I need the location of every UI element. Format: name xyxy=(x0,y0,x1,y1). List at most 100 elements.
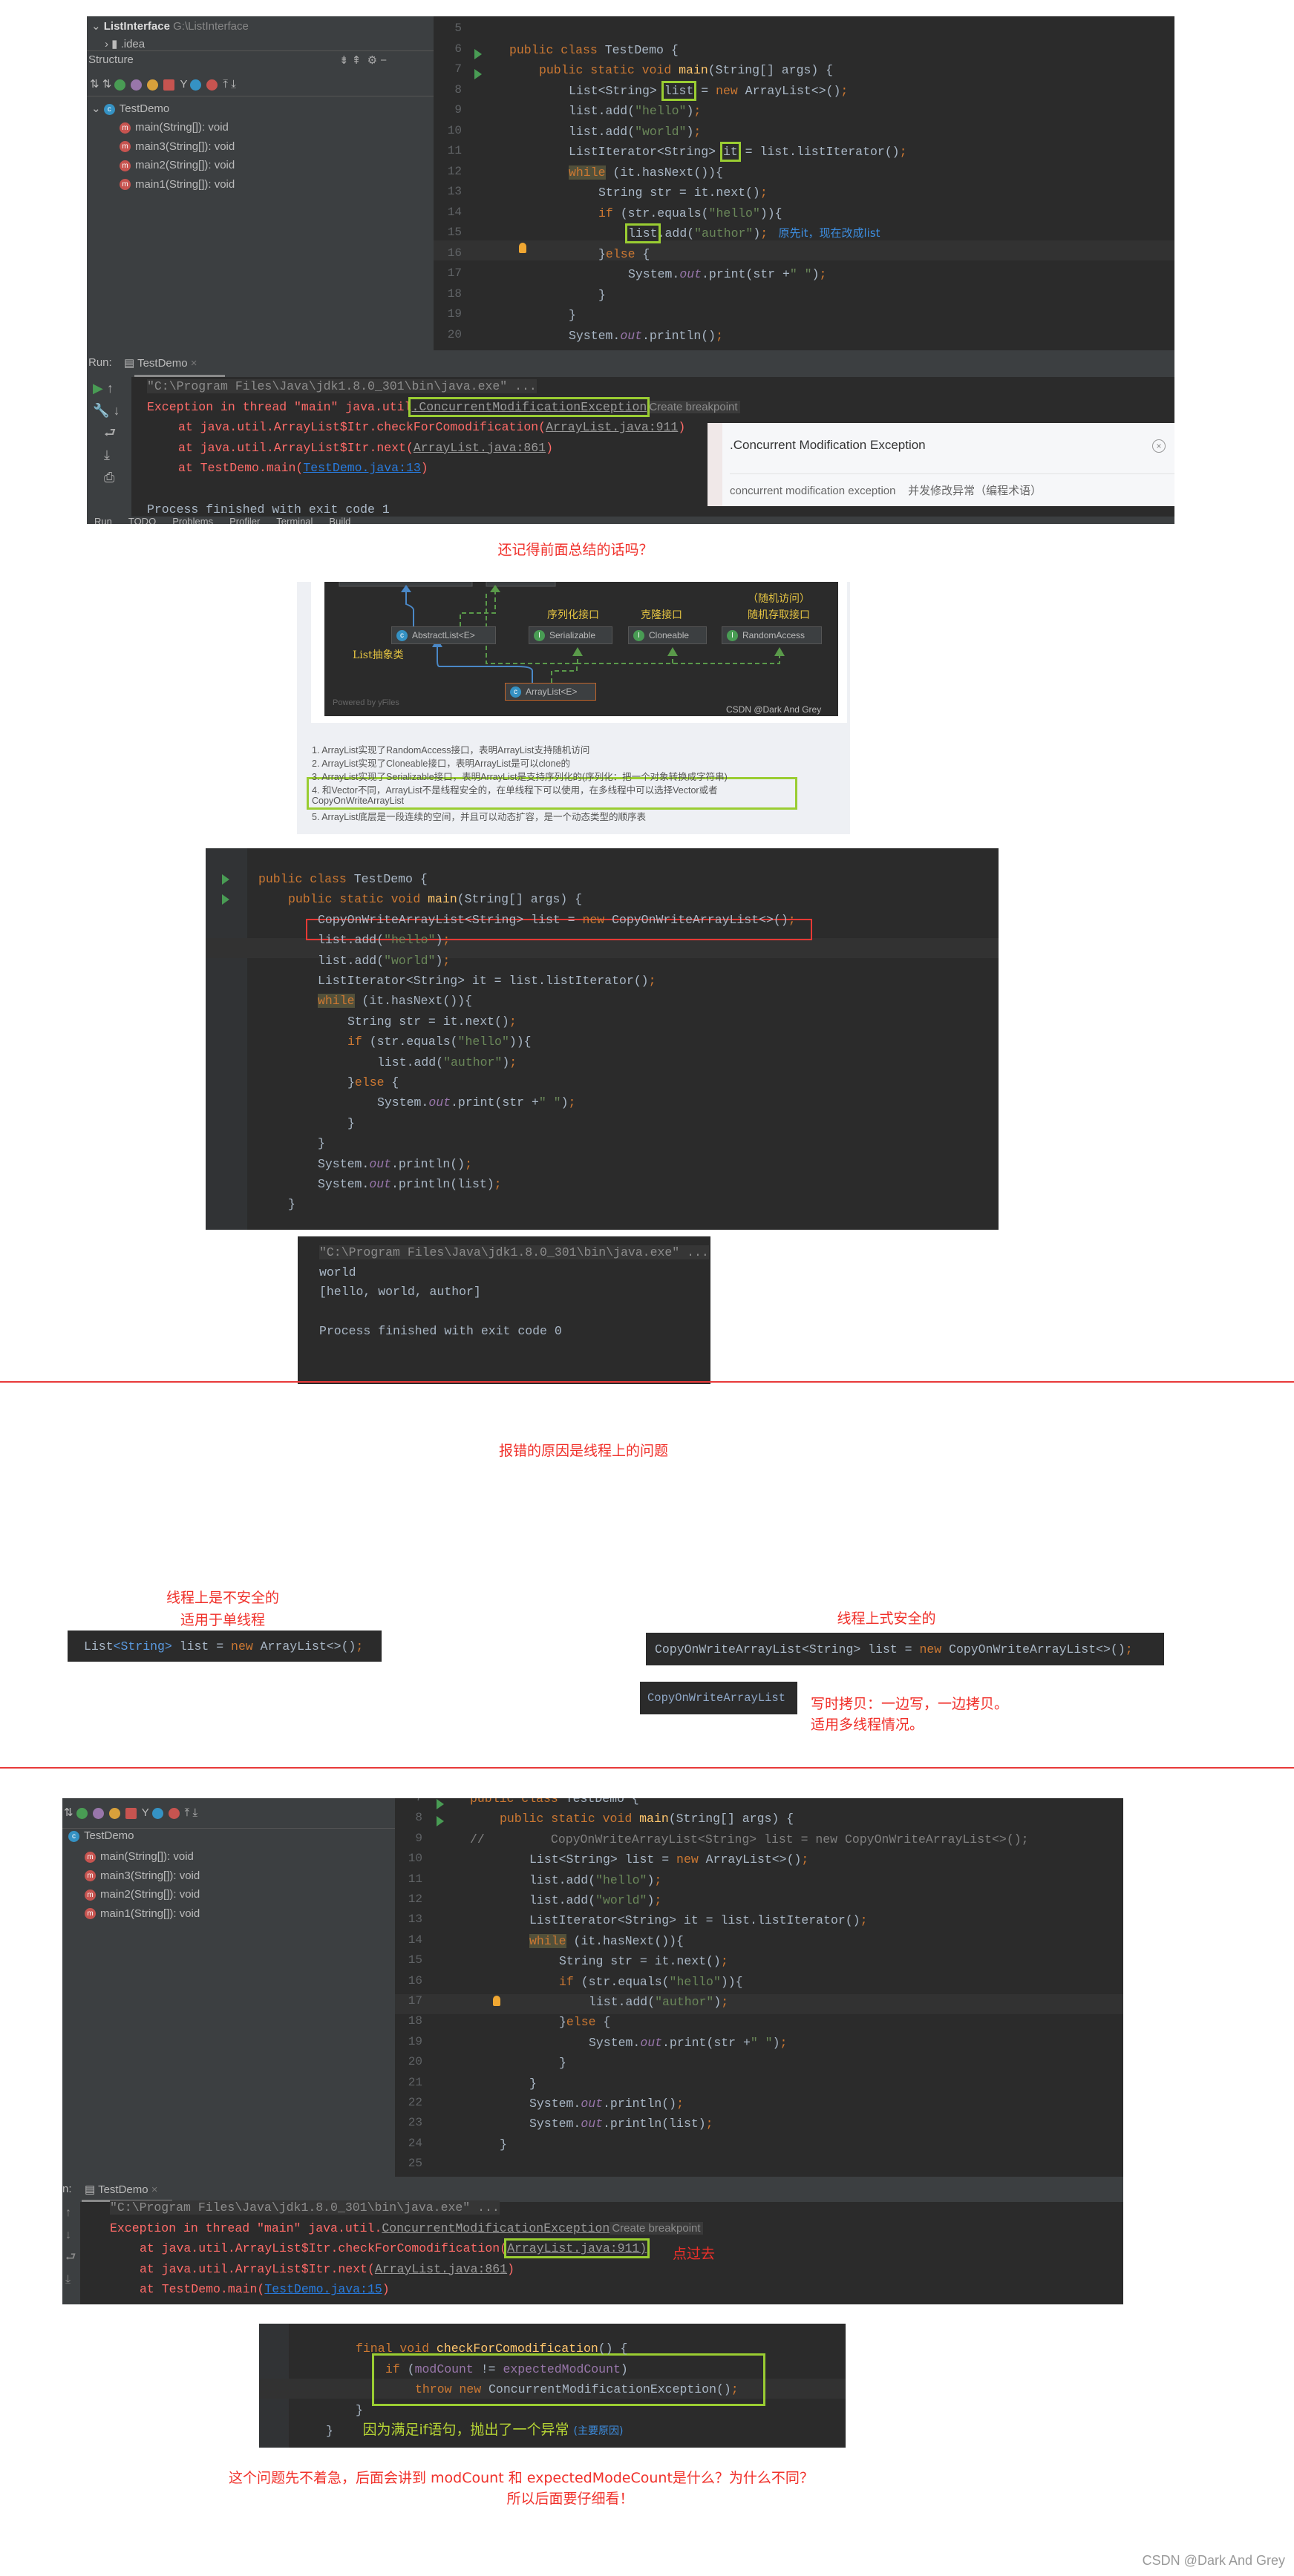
bottom-tab-terminal[interactable]: Terminal xyxy=(276,516,313,524)
output-line: [hello, world, author] xyxy=(319,1282,481,1302)
output-line: Process finished with exit code 0 xyxy=(319,1321,562,1341)
code-token: list.add( xyxy=(318,933,385,948)
article-point: 5. ArrayList底层是一段连续的空间，并且可以动态扩容，是一个动态类型的… xyxy=(312,812,647,822)
code-token: ; xyxy=(788,912,796,927)
code-token: != xyxy=(473,2362,503,2376)
console-line: at java.util.ArrayList$Itr.checkForComod… xyxy=(140,2238,650,2259)
interface-icon: I xyxy=(633,630,644,642)
code-token: } xyxy=(347,1115,355,1130)
code-token: new xyxy=(919,1642,950,1656)
code-token: at java.util.ArrayList$Itr.checkForComod… xyxy=(140,2241,508,2256)
stack-trace-link[interactable]: ArrayList.java:861 xyxy=(375,2262,507,2276)
caption-thread-issue: 报错的原因是线程上的问题 xyxy=(498,1443,668,1459)
stack-trace-link[interactable]: .ConcurrentModificationException xyxy=(408,396,650,417)
node-random-access[interactable]: I RandomAccess xyxy=(722,626,822,644)
code-token: list = xyxy=(171,1639,232,1654)
node-array-list[interactable]: c ArrayList<E> xyxy=(505,683,596,701)
bottom-tool-bar: Run TODO Problems Profiler Terminal Build xyxy=(87,516,1174,524)
code-token: new xyxy=(459,2382,489,2397)
code-line: list.add("world"); xyxy=(318,951,450,971)
code-token: throw xyxy=(415,2382,460,2397)
bottom-tab-run[interactable]: Run xyxy=(94,516,112,524)
code-token: ; xyxy=(442,933,451,948)
code-token: CopyOnWriteArrayList<>() xyxy=(949,1642,1125,1656)
node-cloneable[interactable]: I Cloneable xyxy=(628,626,707,644)
code-token: () { xyxy=(598,2341,628,2356)
code-token: } xyxy=(356,2402,363,2417)
code-token: ArrayList<>() xyxy=(260,1639,356,1654)
node-serializable[interactable]: I Serializable xyxy=(529,626,612,644)
class-icon: c xyxy=(510,686,521,698)
code-token: CopyOnWriteArrayList<String> list = xyxy=(655,1642,920,1656)
node-abstract-list[interactable]: c AbstractList<E> xyxy=(391,626,496,644)
code-token: ) xyxy=(435,933,443,948)
code-token: "C:\Program Files\Java\jdk1.8.0_301\bin\… xyxy=(319,1245,709,1259)
code-token: .print(str + xyxy=(451,1095,539,1110)
stack-trace-link[interactable]: TestDemo.java:15 xyxy=(264,2282,382,2296)
code-token: ; xyxy=(442,953,451,968)
translate-term: .Concurrent Modification Exception xyxy=(730,438,926,452)
code-line: } xyxy=(288,1194,295,1214)
divider xyxy=(730,473,1174,474)
article-point: 4. 和Vector不同，ArrayList不是线程安全的，在单线程下可以使用，… xyxy=(312,785,718,796)
article-point: 3. ArrayList实现了Serializable接口，表明ArrayLis… xyxy=(312,772,728,782)
article-point: CopyOnWriteArrayList xyxy=(312,796,405,806)
code-token: "hello" xyxy=(384,933,436,948)
powered-by: Powered by yFiles xyxy=(333,698,399,707)
section-divider xyxy=(0,1767,1294,1769)
code-token: out xyxy=(369,1156,392,1171)
translation-text: concurrent modification exception xyxy=(730,485,896,497)
code-text: CopyOnWriteArrayList xyxy=(647,1691,786,1705)
code-token[interactable]: Create breakpoint xyxy=(647,400,740,413)
code-line: public class TestDemo { xyxy=(258,869,428,889)
ide-screenshot-2: ⇅ Y ⤒ ⤓ c TestDemo m main(String[]): void m… xyxy=(62,1798,1123,2304)
code-token: ( xyxy=(407,2362,415,2376)
bottom-tab-todo[interactable]: TODO xyxy=(128,516,156,524)
node-label: ArrayList<E> xyxy=(526,686,578,697)
code-token: ; xyxy=(356,1639,364,1654)
abstract-class-icon: c xyxy=(396,630,408,642)
node-label: Cloneable xyxy=(649,630,690,640)
code-token: Exception in thread "main" java.util. xyxy=(110,2221,382,2235)
bottom-tab-profiler[interactable]: Profiler xyxy=(229,516,260,524)
stack-trace-link[interactable]: ArrayList.java:861 xyxy=(414,441,546,455)
console-line: at TestDemo.main(TestDemo.java:15) xyxy=(140,2279,390,2299)
code-token: expectedModCount xyxy=(503,2362,621,2376)
code-token: ; xyxy=(648,974,656,988)
code-token: (str.equals( xyxy=(369,1035,458,1049)
code-token: final void xyxy=(356,2341,437,2356)
code-token: ; xyxy=(509,1014,517,1029)
code-token: } xyxy=(326,2424,363,2439)
code-token[interactable]: Create breakpoint xyxy=(610,2221,703,2235)
code-token: ConcurrentModificationException() xyxy=(488,2382,731,2397)
stack-trace-link[interactable]: ArrayList.java:911 xyxy=(546,420,678,434)
note-read-carefully: 所以后面要仔细看！ xyxy=(506,2491,634,2507)
code-token: } xyxy=(288,1197,295,1212)
code-token: CopyOnWriteArrayList<>() xyxy=(612,912,788,927)
code-token: public static void xyxy=(288,892,428,907)
code-line: throw new ConcurrentModificationExceptio… xyxy=(415,2379,739,2399)
console-line: at java.util.ArrayList$Itr.next(ArrayLis… xyxy=(140,2259,514,2279)
stack-trace-link[interactable]: ConcurrentModificationException xyxy=(382,2221,610,2235)
code-token: list.add( xyxy=(377,1055,444,1069)
stack-trace-link[interactable]: TestDemo.java:13 xyxy=(303,461,420,475)
node-label: AbstractList<E> xyxy=(412,630,475,640)
node-label: RandomAccess xyxy=(742,630,806,640)
note-modcount: 这个问题先不着急，后面会讲到 modCount 和 expectedModeCo… xyxy=(229,2470,814,2486)
bottom-tab-problems[interactable]: Problems xyxy=(172,516,213,524)
node-label: Serializable xyxy=(549,630,596,640)
console-output-screenshot: "C:\Program Files\Java\jdk1.8.0_301\bin\… xyxy=(298,1236,710,1384)
code-token: new xyxy=(231,1639,261,1654)
code-token: if xyxy=(347,1035,370,1049)
console-line: at java.util.ArrayList$Itr.checkForComod… xyxy=(178,417,685,437)
bottom-tab-build[interactable]: Build xyxy=(329,516,350,524)
code-line: while (it.hasNext()){ xyxy=(318,991,472,1011)
section-divider xyxy=(0,1381,1294,1383)
interface-icon: I xyxy=(727,630,738,642)
code-line: }else { xyxy=(347,1072,399,1092)
code-token: .println() xyxy=(391,1156,465,1171)
note-click-through: 点过去 xyxy=(673,2246,716,2262)
label-cloneable: 克隆接口 xyxy=(641,609,682,621)
close-icon[interactable]: × xyxy=(1152,439,1166,453)
stack-trace-link[interactable]: ArrayList.java:911) xyxy=(504,2238,650,2259)
